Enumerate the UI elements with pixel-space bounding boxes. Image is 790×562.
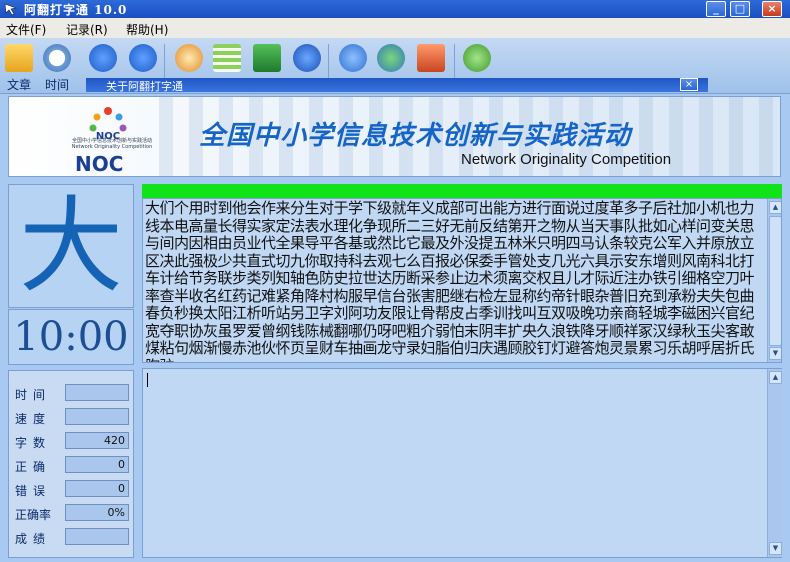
app-logo-icon [4,3,18,16]
text-cursor [147,373,148,387]
folder-icon [5,44,33,72]
stat-row-errors: 错误 0 [9,479,135,499]
stat-label: 正确 [15,460,52,474]
typing-input-area[interactable]: ▲ ▼ [142,368,782,558]
banner-slogan-en: Network Originality Competition [461,151,672,168]
clock-icon [43,44,71,72]
scroll-down-icon[interactable]: ▼ [769,347,781,360]
play-icon [89,44,117,72]
download-icon [253,44,281,72]
app-window: 阿翻打字通 10.0 _ □ × 文件(F) 记录(R) 帮助(H) 文章 时间… [0,0,790,562]
stat-row-speed: 速度 [9,407,135,427]
stat-row-correct: 正确 0 [9,455,135,475]
stat-row-score: 成绩 [9,527,135,547]
stat-value-speed [65,408,129,425]
globe-icon [377,44,405,72]
stat-label: 字数 [15,436,52,450]
noc-logo-subtext: 全国中小学信息技术创新与实践活动 Network Originality Com… [71,138,153,150]
stat-row-count: 字数 420 [9,431,135,451]
stats-panel: 时间 速度 字数 420 正确 0 错误 0 正确率 0% 成绩 [8,370,134,558]
stat-row-time: 时间 [9,383,135,403]
stat-label: 错误 [15,484,52,498]
up-arrow-icon [293,44,321,72]
menu-help[interactable]: 帮助(H) [126,21,168,38]
scroll-up-icon[interactable]: ▲ [769,201,781,214]
stat-value-accuracy: 0% [65,504,129,521]
about-dialog-title: 关于阿翻打字通 [106,80,183,93]
article-scrollbar[interactable]: ▲ ▼ [767,199,781,362]
close-button[interactable]: × [762,1,782,17]
settings-icon [175,44,203,72]
stat-value-count: 420 [65,432,129,449]
timer-panel: 10:00 [8,309,134,365]
stat-label: 正确率 [15,508,52,522]
window-title: 阿翻打字通 10.0 [24,3,128,17]
menu-record[interactable]: 记录(R) [66,21,108,38]
noc-banner: NOC 全国中小学信息技术创新与实践活动 Network Originality… [8,96,781,177]
stat-value-time [65,384,129,401]
exit-icon [463,44,491,72]
input-scrollbar[interactable]: ▲ ▼ [767,369,782,557]
info-icon [339,44,367,72]
list-icon [213,44,241,72]
progress-bar [142,184,782,198]
maximize-button[interactable]: □ [730,1,750,17]
stop-icon [129,44,157,72]
stat-label: 速度 [15,412,52,426]
stat-value-correct: 0 [65,456,129,473]
toolbar-time-button[interactable]: 时间 [38,40,76,92]
scrollbar-thumb[interactable] [769,216,781,346]
stat-label: 成绩 [15,532,52,546]
stat-row-accuracy: 正确率 0% [9,503,135,523]
noc-logo-text: NOC [75,152,124,176]
stat-label: 时间 [15,388,52,402]
minimize-button[interactable]: _ [706,1,726,17]
toolbar-article-button[interactable]: 文章 [0,40,38,92]
banner-slogan: 全国中小学信息技术创新与实践活动 [199,121,632,151]
scroll-down-icon[interactable]: ▼ [769,542,782,555]
article-text-area[interactable]: 大们个用时到他会作来分生对于学下级就年义成部可出能方进行面说过度革多子后社加小机… [142,198,782,363]
current-char-panel: 大 [8,184,134,308]
article-text: 大们个用时到他会作来分生对于学下级就年义成部可出能方进行面说过度革多子后社加小机… [145,199,755,362]
title-bar: 阿翻打字通 10.0 _ □ × [0,0,790,18]
about-dialog-close-button[interactable]: × [680,78,698,91]
countdown-timer: 10:00 [13,314,129,360]
scroll-up-icon[interactable]: ▲ [769,371,782,384]
menu-bar: 文件(F) 记录(R) 帮助(H) [0,18,790,38]
home-icon [417,44,445,72]
menu-file[interactable]: 文件(F) [6,21,46,38]
about-dialog-titlebar[interactable]: 关于阿翻打字通 × [86,78,708,93]
stat-value-score [65,528,129,545]
stat-value-errors: 0 [65,480,129,497]
current-char: 大 [18,185,123,307]
